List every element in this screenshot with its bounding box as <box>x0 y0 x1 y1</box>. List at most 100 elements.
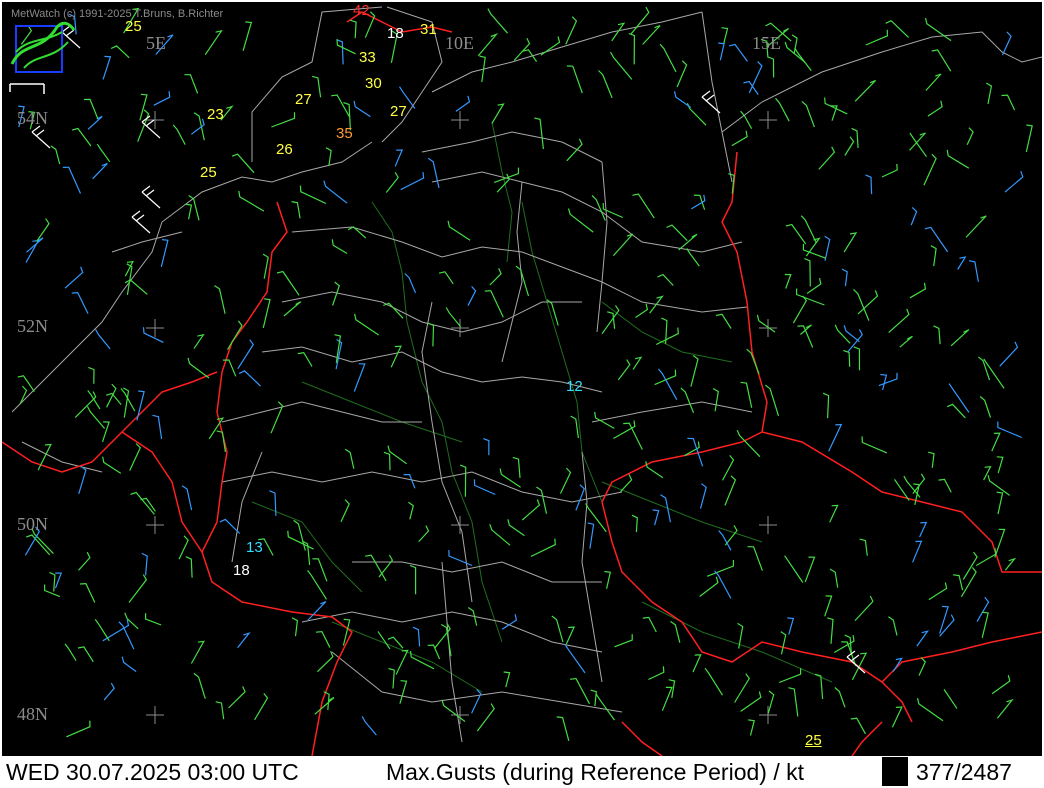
wind-barb <box>784 555 804 583</box>
wind-barb <box>323 180 348 204</box>
wind-barb <box>216 430 226 453</box>
wind-barb <box>66 720 91 738</box>
wind-barb <box>850 717 867 735</box>
wind-barb <box>715 313 732 329</box>
wind-barb <box>269 490 277 516</box>
wind-barb <box>103 682 115 701</box>
wind-barb <box>459 464 467 497</box>
wind-barb <box>78 551 91 571</box>
wind-barb <box>71 127 92 147</box>
wind-barb <box>996 456 1004 474</box>
wind-barb <box>880 373 888 391</box>
wind-barb <box>859 538 868 556</box>
status-bar: WED 30.07.2025 03:00 UTC Max.Gusts (duri… <box>2 757 1042 786</box>
wind-barb <box>64 266 84 289</box>
weather-map[interactable]: MetWatch (c) 1991-2025 T.Bruns, B.Richte… <box>2 2 1042 756</box>
wind-barb <box>559 467 572 494</box>
wind-barb <box>962 551 978 580</box>
wind-barb <box>604 570 612 589</box>
wind-barb <box>844 136 855 156</box>
wind-barb <box>661 317 668 344</box>
wind-barb <box>979 396 992 418</box>
wind-barb <box>534 117 544 150</box>
wind-barb <box>930 245 937 267</box>
wind-barb <box>853 346 861 371</box>
wind-barb <box>912 540 923 563</box>
wind-barb <box>818 146 836 170</box>
wind-barb <box>718 42 725 61</box>
wind-barb <box>601 305 620 335</box>
wind-barb <box>87 115 103 130</box>
wind-barb <box>916 630 930 647</box>
wind-barb <box>1025 124 1033 153</box>
wind-barb <box>238 370 262 387</box>
datetime-label: WED 30.07.2025 03:00 UTC <box>6 759 299 785</box>
wind-barb <box>477 33 499 57</box>
wind-barb <box>95 329 111 350</box>
wind-barb <box>909 132 927 158</box>
wind-barb <box>706 560 734 577</box>
wind-barb <box>692 654 702 673</box>
gust-label: 42 <box>353 2 370 19</box>
wind-barb-strong <box>31 125 51 149</box>
grid-label-lat-54n: 54N <box>17 108 48 128</box>
wind-barb <box>909 282 927 299</box>
wind-barb <box>891 706 903 728</box>
wind-barb <box>365 554 387 582</box>
gust-label: 12 <box>566 378 583 395</box>
gust-label: 18 <box>387 25 404 42</box>
wind-barb <box>775 97 790 122</box>
wind-barb <box>792 295 808 324</box>
gust-label: 25 <box>200 164 217 181</box>
wind-barb <box>160 239 169 268</box>
wind-barb <box>743 80 759 95</box>
wind-barb <box>968 260 979 282</box>
wind-barb <box>530 538 556 558</box>
wind-barb <box>899 335 913 348</box>
wind-barb <box>394 149 404 167</box>
wind-barb <box>471 689 482 714</box>
wind-barb <box>628 32 636 65</box>
wind-barb <box>455 95 471 112</box>
wind-barb <box>331 94 350 117</box>
wind-barb <box>595 693 615 721</box>
wind-barb <box>26 237 44 253</box>
map-frame: MetWatch (c) 1991-2025 T.Bruns, B.Richte… <box>0 0 1044 788</box>
wind-barb <box>214 285 226 314</box>
wind-barb <box>946 149 970 169</box>
wind-barb <box>1004 171 1024 193</box>
wind-barb <box>996 491 1004 515</box>
wind-barb <box>931 49 952 72</box>
wind-barb <box>242 21 253 51</box>
wind-barb <box>521 499 541 521</box>
wind-barb <box>187 357 210 379</box>
wind-barb <box>657 273 674 286</box>
gust-label: 18 <box>233 562 250 579</box>
wind-barb <box>399 680 408 704</box>
wind-barb <box>827 617 834 644</box>
wind-barb <box>865 174 873 195</box>
wind-barb <box>344 448 355 469</box>
wind-barb <box>237 339 255 370</box>
wind-barb <box>666 224 688 242</box>
wind-barb <box>854 595 874 622</box>
wind-barb <box>565 626 576 645</box>
wind-barb <box>400 172 425 191</box>
wind-barb <box>630 6 650 35</box>
wind-barb <box>678 233 698 251</box>
wind-barb <box>933 325 941 345</box>
wind-barb <box>403 474 416 489</box>
wind-barb <box>767 56 775 78</box>
wind-barb <box>316 650 334 673</box>
wind-barb <box>64 643 77 662</box>
wind-barb <box>483 438 490 456</box>
wind-barb <box>690 194 706 210</box>
wind-barb <box>145 613 162 626</box>
wind-barb <box>172 124 186 145</box>
wind-barb <box>92 162 108 180</box>
wind-barb <box>445 307 462 328</box>
gust-label: 25 <box>805 732 822 749</box>
wind-barb <box>881 163 898 178</box>
wind-barb <box>910 206 918 226</box>
wind-barb <box>829 504 839 523</box>
